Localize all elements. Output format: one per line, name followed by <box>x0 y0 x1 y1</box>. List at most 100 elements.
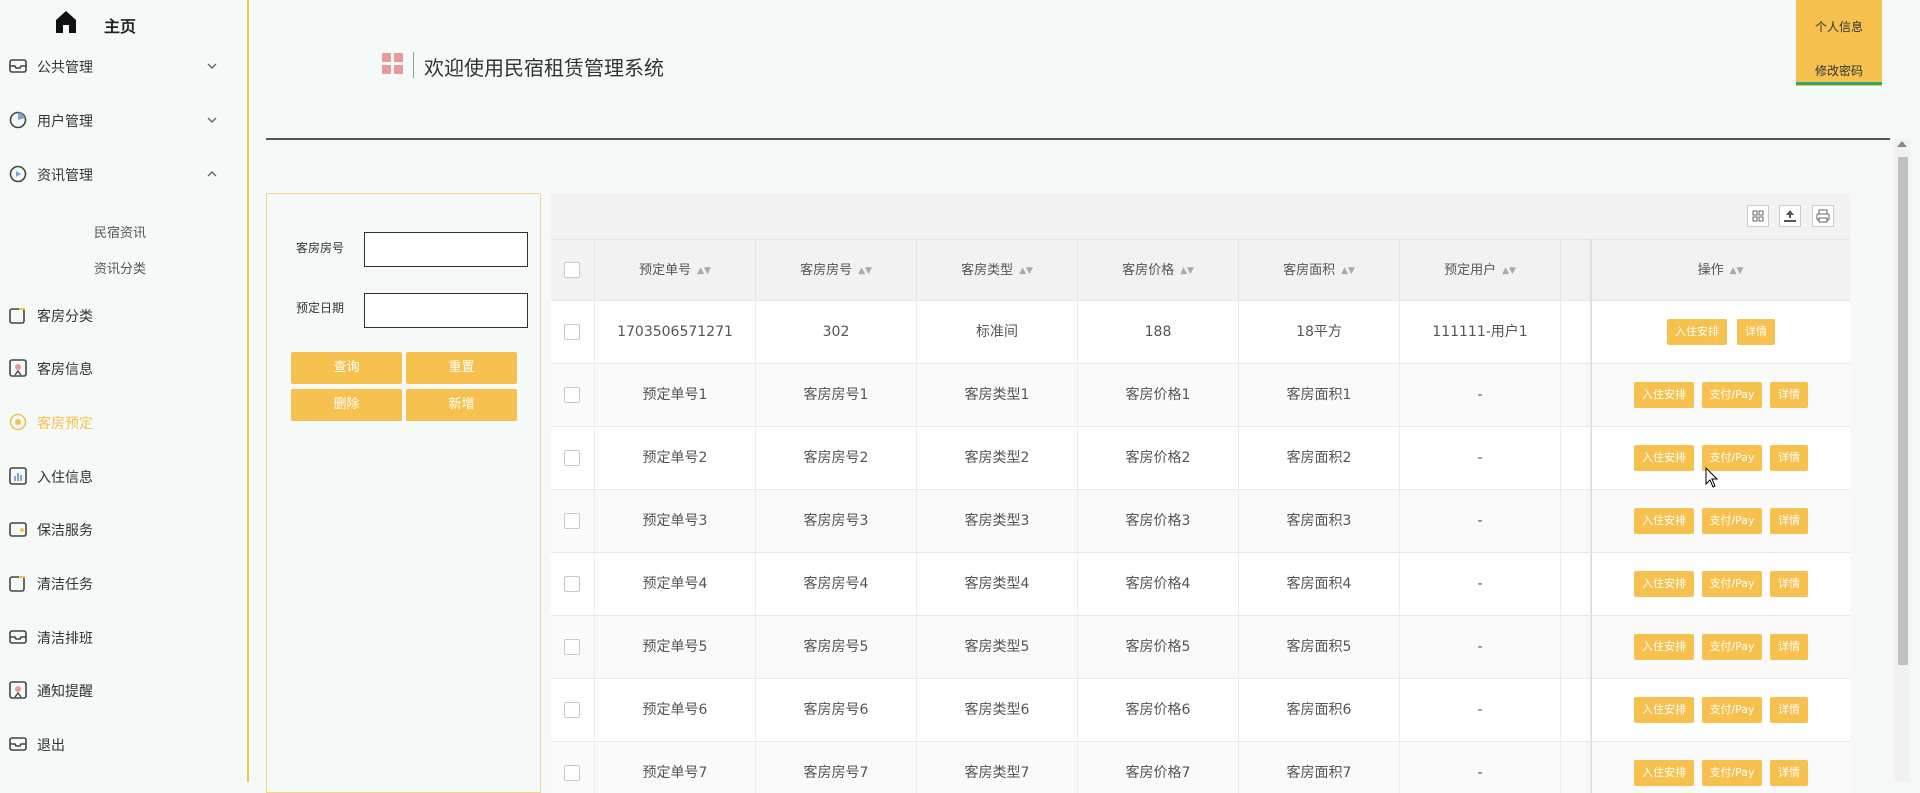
chevron-down-icon[interactable] <box>205 58 219 72</box>
detail-button[interactable]: 详情 <box>1770 571 1808 597</box>
query-button[interactable]: 查询 <box>291 352 402 384</box>
table-row[interactable]: 预定单号2 客房房号2 客房类型2 客房价格2 客房面积2- 入住安排 支付/Pay 详情 <box>551 427 1850 490</box>
delete-button[interactable]: 删除 <box>291 389 402 421</box>
sidebar-item-room-info[interactable]: 客房信息 <box>0 348 249 388</box>
pay-button[interactable]: 支付/Pay <box>1702 382 1762 408</box>
detail-button[interactable]: 详情 <box>1737 319 1775 345</box>
cell-type: 客房类型3 <box>917 490 1078 553</box>
export-icon[interactable] <box>1779 205 1801 227</box>
sidebar-item-cleaning-schedule[interactable]: 清洁排班 <box>0 617 249 657</box>
chevron-up-icon[interactable] <box>205 166 219 180</box>
table-row[interactable]: 预定单号7 客房房号7 客房类型7 客房价格7 客房面积7- 入住安排 支付/Pay 详情 <box>551 742 1850 793</box>
checkin-button[interactable]: 入住安排 <box>1634 571 1694 597</box>
row-checkbox[interactable] <box>564 639 580 655</box>
detail-button[interactable]: 详情 <box>1770 382 1808 408</box>
row-checkbox[interactable] <box>564 324 580 340</box>
column-header-room[interactable]: 客房房号 ▲▼ <box>756 240 917 302</box>
fixed-column-divider <box>1591 239 1592 793</box>
checkin-button[interactable]: 入住安排 <box>1634 382 1694 408</box>
change-password-button[interactable]: 修改密码 <box>1796 62 1882 79</box>
scroll-up-arrow[interactable] <box>1897 141 1907 147</box>
sidebar-item-room-booking[interactable]: 客房预定 <box>0 402 249 442</box>
cell-price: 客房价格4 <box>1078 553 1239 616</box>
sidebar-home[interactable]: 主页 <box>0 0 249 46</box>
sidebar-item-label: 用户管理 <box>37 114 93 130</box>
row-checkbox[interactable] <box>564 513 580 529</box>
sidebar-item-room-category[interactable]: 客房分类 <box>0 295 249 335</box>
scroll-thumb[interactable] <box>1898 157 1908 665</box>
detail-button[interactable]: 详情 <box>1770 634 1808 660</box>
checkin-button[interactable]: 入住安排 <box>1667 319 1727 345</box>
table-row[interactable]: 预定单号1 客房房号1 客房类型1 客房价格1 客房面积1- 入住安排 支付/Pay 详情 <box>551 364 1850 427</box>
profile-button[interactable]: 个人信息 <box>1796 18 1882 35</box>
checkin-button[interactable]: 入住安排 <box>1634 508 1694 534</box>
user-menu: 个人信息 修改密码 <box>1796 0 1882 86</box>
sidebar-item-logout[interactable]: 退出 <box>0 724 249 764</box>
table-row[interactable]: 预定单号3 客房房号3 客房类型3 客房价格3 客房面积3- 入住安排 支付/Pay 详情 <box>551 490 1850 553</box>
checkin-button[interactable]: 入住安排 <box>1634 445 1694 471</box>
row-checkbox[interactable] <box>564 702 580 718</box>
chevron-down-icon[interactable] <box>205 112 219 126</box>
table-row[interactable]: 预定单号6 客房房号6 客房类型6 客房价格6 客房面积6- 入住安排 支付/Pay 详情 <box>551 679 1850 742</box>
row-checkbox[interactable] <box>564 450 580 466</box>
home-icon <box>56 11 76 33</box>
row-checkbox[interactable] <box>564 576 580 592</box>
column-header-price[interactable]: 客房价格 ▲▼ <box>1078 240 1239 302</box>
table-row[interactable]: 预定单号4 客房房号4 客房类型4 客房价格4 客房面积4- 入住安排 支付/Pay 详情 <box>551 553 1850 616</box>
pay-button[interactable]: 支付/Pay <box>1702 571 1762 597</box>
checkin-button[interactable]: 入住安排 <box>1634 697 1694 723</box>
sidebar-item-news[interactable]: 资讯管理 <box>0 154 249 194</box>
sort-icon: ▲▼ <box>1019 266 1033 276</box>
table-header: 预定单号 ▲▼ 客房房号 ▲▼ 客房类型 ▲▼ 客房价格 ▲▼ 客房面积 ▲▼ 预定用户 ▲… <box>551 239 1850 302</box>
detail-button[interactable]: 详情 <box>1770 508 1808 534</box>
cell-user: - <box>1400 616 1561 679</box>
reset-button[interactable]: 重置 <box>406 352 517 384</box>
cell-hidden <box>1561 616 1591 679</box>
pay-button[interactable]: 支付/Pay <box>1702 760 1762 786</box>
table-row[interactable]: 1703506571271 302 标准间 188 18平方 111111-用户1 入住安排… <box>551 301 1850 364</box>
table-row[interactable]: 预定单号5 客房房号5 客房类型5 客房价格5 客房面积5- 入住安排 支付/Pay 详情 <box>551 616 1850 679</box>
sidebar-item-notice[interactable]: 通知提醒 <box>0 670 249 710</box>
sidebar-subitem-news-category[interactable]: 资讯分类 <box>94 258 146 277</box>
row-select-cell <box>551 364 595 427</box>
detail-button[interactable]: 详情 <box>1770 445 1808 471</box>
sidebar-subitem-homestay-news[interactable]: 民宿资讯 <box>94 222 146 241</box>
row-checkbox[interactable] <box>564 765 580 781</box>
cell-order: 预定单号6 <box>595 679 756 742</box>
columns-icon[interactable] <box>1747 205 1769 227</box>
cell-actions: 入住安排 支付/Pay 详情 <box>1591 742 1850 793</box>
sidebar-item-user[interactable]: 用户管理 <box>0 100 249 140</box>
column-header-area[interactable]: 客房面积 ▲▼ <box>1239 240 1400 302</box>
sidebar-item-checkin[interactable]: 入住信息 <box>0 456 249 496</box>
pay-button[interactable]: 支付/Pay <box>1702 508 1762 534</box>
drawer-icon <box>8 56 28 76</box>
sidebar-item-label: 保洁服务 <box>37 523 93 539</box>
cell-area: 客房面积1 <box>1239 364 1400 427</box>
row-checkbox[interactable] <box>564 387 580 403</box>
select-all-checkbox[interactable] <box>564 262 580 278</box>
sidebar-item-public[interactable]: 公共管理 <box>0 46 249 86</box>
sidebar-item-cleaning-task[interactable]: 清洁任务 <box>0 563 249 603</box>
column-header-actions[interactable]: 操作 ▲▼ <box>1591 240 1850 302</box>
checkin-button[interactable]: 入住安排 <box>1634 634 1694 660</box>
row-select-cell <box>551 301 595 364</box>
pay-button[interactable]: 支付/Pay <box>1702 697 1762 723</box>
pay-button[interactable]: 支付/Pay <box>1702 634 1762 660</box>
play-circle-icon <box>8 164 28 184</box>
detail-button[interactable]: 详情 <box>1770 760 1808 786</box>
column-header-type[interactable]: 客房类型 ▲▼ <box>917 240 1078 302</box>
column-header-user[interactable]: 预定用户 ▲▼ <box>1400 240 1561 302</box>
detail-button[interactable]: 详情 <box>1770 697 1808 723</box>
row-select-cell <box>551 490 595 553</box>
add-button[interactable]: 新增 <box>406 389 517 421</box>
cell-actions: 入住安排 支付/Pay 详情 <box>1591 364 1850 427</box>
room-no-input[interactable] <box>364 232 528 267</box>
checkin-button[interactable]: 入住安排 <box>1634 760 1694 786</box>
cell-room: 302 <box>756 301 917 364</box>
column-header-order[interactable]: 预定单号 ▲▼ <box>595 240 756 302</box>
page-scrollbar[interactable] <box>1894 139 1910 782</box>
cell-user: - <box>1400 679 1561 742</box>
date-input[interactable] <box>364 293 528 328</box>
sidebar-item-cleaning-service[interactable]: 保洁服务 <box>0 509 249 549</box>
print-icon[interactable] <box>1812 205 1834 227</box>
